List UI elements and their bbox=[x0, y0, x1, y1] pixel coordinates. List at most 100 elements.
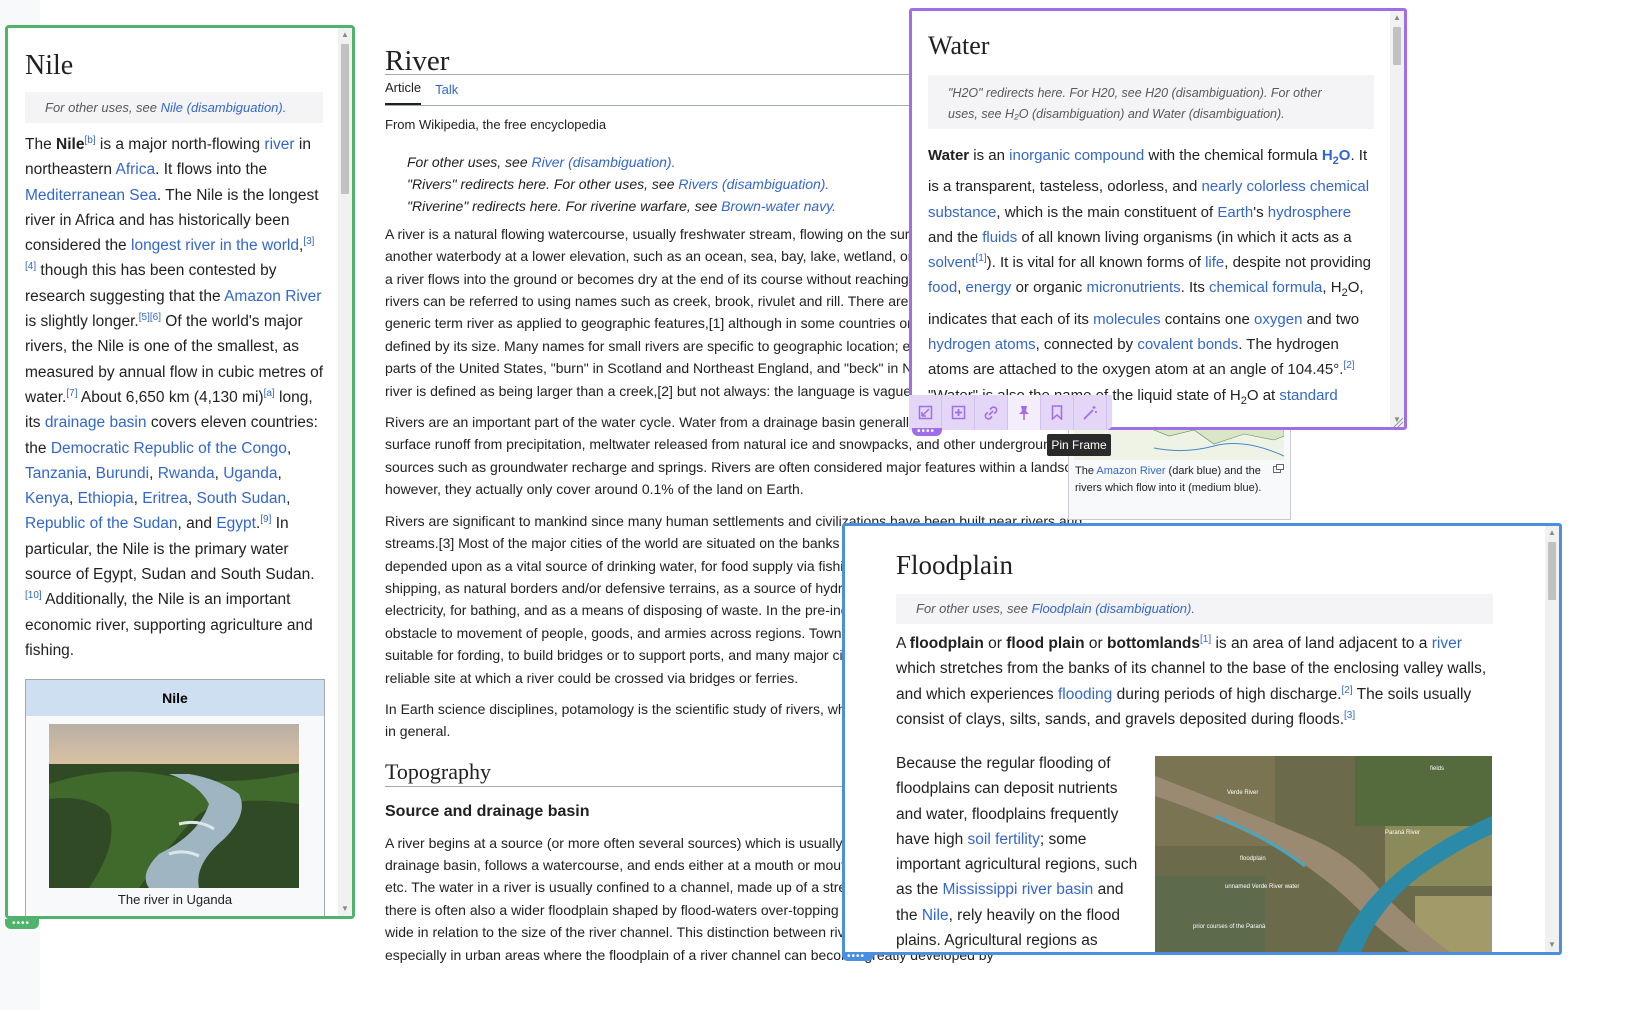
hatnote-link[interactable]: Floodplain (disambiguation). bbox=[1032, 601, 1195, 616]
country-link[interactable]: Egypt bbox=[216, 515, 256, 532]
frame-title: Water bbox=[928, 31, 990, 60]
country-link[interactable]: Burundi bbox=[96, 465, 149, 482]
image-label: fields bbox=[1430, 766, 1444, 772]
enlarge-icon[interactable] bbox=[1273, 464, 1284, 473]
scroll-down-icon[interactable]: ▼ bbox=[1545, 938, 1559, 952]
longest-river-link[interactable]: longest river in the world bbox=[131, 237, 299, 254]
molecules-link[interactable]: molecules bbox=[1093, 311, 1161, 328]
country-link[interactable]: Tanzania bbox=[25, 465, 87, 482]
colorless-link[interactable]: nearly colorless bbox=[1201, 178, 1305, 195]
water-preview-frame[interactable]: Water "H2O" redirects here. For H20, see… bbox=[909, 8, 1407, 430]
hatnote-text: "Riverine" redirects here. For riverine … bbox=[407, 197, 722, 214]
scrollbar-thumb[interactable] bbox=[1393, 27, 1401, 65]
hatnote-link[interactable]: Rivers (disambiguation). bbox=[678, 176, 829, 192]
frame-scrollbar[interactable]: ▲ ▼ bbox=[338, 28, 352, 916]
pin-icon bbox=[1019, 405, 1029, 420]
add-frame-icon bbox=[951, 405, 965, 420]
mississippi-link[interactable]: Mississippi river basin bbox=[943, 881, 1094, 898]
frame-scrollbar[interactable]: ▲ ▼ bbox=[1545, 526, 1559, 952]
hatnote-link[interactable]: River (disambiguation). bbox=[532, 154, 676, 170]
life-link[interactable]: life bbox=[1205, 254, 1224, 271]
micronutrients-link[interactable]: micronutrients bbox=[1086, 279, 1180, 296]
frame-body: Water is an inorganic compound with the … bbox=[928, 143, 1375, 427]
country-link[interactable]: Uganda bbox=[223, 465, 277, 482]
mediterranean-link[interactable]: Mediterranean Sea bbox=[25, 187, 157, 204]
frame-content: Water "H2O" redirects here. For H20, see… bbox=[912, 11, 1390, 427]
amazon-link[interactable]: Amazon River bbox=[224, 288, 321, 305]
bookmark-button[interactable] bbox=[1041, 395, 1074, 430]
frame-hatnote: For other uses, see Floodplain (disambig… bbox=[896, 594, 1493, 624]
river-link[interactable]: river bbox=[1432, 635, 1462, 652]
nile-photo[interactable] bbox=[49, 724, 299, 888]
earth-link[interactable]: Earth bbox=[1217, 204, 1253, 221]
image-label: floodplain bbox=[1240, 856, 1266, 862]
country-link[interactable]: Democratic Republic of the Congo bbox=[51, 440, 287, 457]
scrollbar-thumb[interactable] bbox=[1548, 542, 1556, 600]
fluids-link[interactable]: fluids bbox=[982, 229, 1017, 246]
pin-frame-button[interactable] bbox=[1008, 395, 1041, 430]
add-frame-button[interactable] bbox=[942, 395, 975, 430]
africa-link[interactable]: Africa bbox=[115, 161, 155, 178]
drag-dots-icon: •••• bbox=[917, 426, 936, 437]
image-label: prior courses of the Paraná bbox=[1193, 924, 1266, 930]
inorganic-compound-link[interactable]: inorganic compound bbox=[1009, 147, 1144, 164]
oxygen-link[interactable]: oxygen bbox=[1254, 311, 1302, 328]
food-link[interactable]: food bbox=[928, 279, 957, 296]
floodplain-frame-drag-handle[interactable]: •••• bbox=[842, 952, 874, 962]
nile-link[interactable]: Nile bbox=[922, 907, 949, 924]
frame-hatnote: "H2O" redirects here. For H20, see H20 (… bbox=[928, 75, 1374, 129]
pin-frame-tooltip: Pin Frame bbox=[1047, 434, 1111, 456]
scroll-up-icon[interactable]: ▲ bbox=[338, 28, 352, 42]
hatnote-text: "Rivers" redirects here. For other uses,… bbox=[407, 175, 679, 192]
infobox-title: Nile bbox=[26, 680, 324, 716]
frame-body: The Nile[b] is a major north-flowing riv… bbox=[25, 134, 324, 659]
nile-preview-frame[interactable]: Nile For other uses, see Nile (disambigu… bbox=[5, 25, 355, 919]
hatnote-link[interactable]: Brown-water navy. bbox=[721, 198, 836, 214]
country-link[interactable]: Rwanda bbox=[158, 465, 215, 482]
amazon-map-caption: The Amazon River (dark blue) and the riv… bbox=[1075, 465, 1262, 494]
floodplain-preview-frame[interactable]: Floodplain For other uses, see Floodplai… bbox=[842, 523, 1562, 955]
resize-frame-icon bbox=[918, 405, 932, 420]
copy-link-button[interactable] bbox=[975, 395, 1008, 430]
amazon-river-link[interactable]: Amazon River bbox=[1096, 465, 1165, 477]
frame-scrollbar[interactable]: ▲ ▼ bbox=[1390, 11, 1404, 427]
floodplain-satellite-image[interactable]: fields Verde River Paraná River floodpla… bbox=[1155, 756, 1492, 952]
link-icon bbox=[984, 405, 998, 420]
country-link[interactable]: Ethiopia bbox=[78, 490, 134, 507]
scroll-up-icon[interactable]: ▲ bbox=[1390, 11, 1404, 25]
magic-button[interactable] bbox=[1074, 395, 1107, 430]
country-link[interactable]: Eritrea bbox=[142, 490, 188, 507]
flooding-link[interactable]: flooding bbox=[1058, 686, 1112, 703]
nile-frame-drag-handle[interactable]: •••• bbox=[5, 919, 39, 929]
water-frame-drag-handle[interactable]: •••• bbox=[912, 426, 942, 437]
tab-talk[interactable]: Talk bbox=[435, 75, 458, 105]
tab-article[interactable]: Article bbox=[385, 73, 422, 106]
soil-fertility-link[interactable]: soil fertility bbox=[968, 831, 1040, 848]
country-link[interactable]: Republic of the Sudan bbox=[25, 515, 178, 532]
magic-wand-icon bbox=[1083, 405, 1097, 420]
scrollbar-thumb[interactable] bbox=[341, 44, 349, 194]
scroll-down-icon[interactable]: ▼ bbox=[338, 902, 352, 916]
country-link[interactable]: Kenya bbox=[25, 490, 69, 507]
h2o-link[interactable]: H2O bbox=[1322, 147, 1351, 167]
drainage-basin-link[interactable]: drainage basin bbox=[45, 414, 147, 431]
solvent-link[interactable]: solvent bbox=[928, 254, 976, 271]
image-label: Verde River bbox=[1227, 790, 1258, 796]
hatnote-text: For other uses, see bbox=[407, 153, 532, 170]
image-label: Paraná River bbox=[1385, 830, 1420, 836]
resize-frame-button[interactable] bbox=[909, 395, 942, 430]
frame-title: Nile bbox=[25, 50, 74, 81]
energy-link[interactable]: energy bbox=[966, 279, 1012, 296]
scroll-up-icon[interactable]: ▲ bbox=[1545, 526, 1559, 540]
hydrosphere-link[interactable]: hydrosphere bbox=[1268, 204, 1351, 221]
resize-grip-icon[interactable] bbox=[1392, 416, 1404, 428]
infobox: Nile The river in Uganda bbox=[25, 679, 325, 916]
frame-body: Because the regular flooding of floodpla… bbox=[896, 755, 1138, 950]
hatnote-link[interactable]: Nile (disambiguation). bbox=[161, 100, 287, 115]
covalent-bonds-link[interactable]: covalent bonds bbox=[1137, 336, 1238, 353]
river-link[interactable]: river bbox=[264, 136, 294, 153]
frame-hatnote: For other uses, see Nile (disambiguation… bbox=[25, 92, 323, 123]
chemical-formula-link[interactable]: chemical formula bbox=[1209, 279, 1322, 296]
hydrogen-link[interactable]: hydrogen atoms bbox=[928, 336, 1036, 353]
country-link[interactable]: South Sudan bbox=[197, 490, 287, 507]
